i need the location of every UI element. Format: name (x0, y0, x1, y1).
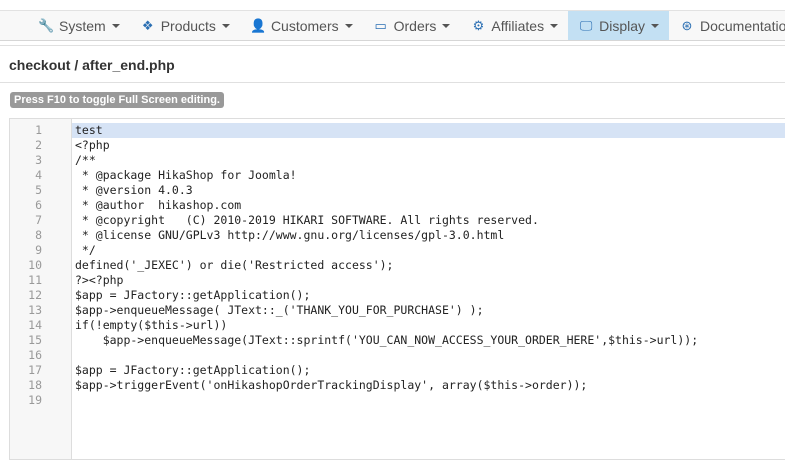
code-line[interactable]: /** (75, 153, 785, 168)
menu-label: Documentation (700, 17, 785, 34)
top-menu: 🔧 System ❖ Products 👤 Customers ▭ Orders ⚙ Affili… (0, 10, 785, 41)
menu-label: Products (160, 17, 216, 34)
menu-system[interactable]: 🔧 System (28, 11, 130, 40)
code-line[interactable]: defined('_JEXEC') or die('Restricted acc… (75, 258, 785, 273)
line-number: 17 (28, 363, 42, 377)
wrench-icon: 🔧 (38, 17, 55, 33)
line-number: 13 (28, 303, 42, 317)
menu-customers[interactable]: 👤 Customers (240, 11, 363, 40)
caret-down-icon (111, 23, 120, 28)
line-number: 3 (35, 153, 42, 167)
caret-down-icon (442, 23, 451, 28)
line-number: 16 (28, 348, 42, 362)
code-line[interactable]: $app = JFactory::getApplication(); (75, 288, 785, 303)
line-number: 18 (28, 378, 42, 392)
code-line[interactable]: ?><?php (75, 273, 785, 288)
line-number: 15 (28, 333, 42, 347)
line-number: 4 (35, 168, 42, 182)
code-line[interactable]: * @copyright (C) 2010-2019 HIKARI SOFTWA… (75, 213, 785, 228)
line-number: 14 (28, 318, 42, 332)
line-number: 6 (35, 198, 42, 212)
menu-orders[interactable]: ▭ Orders (363, 11, 461, 40)
line-number: 12 (28, 288, 42, 302)
line-number: 11 (28, 273, 42, 287)
user-icon: 👤 (249, 17, 267, 33)
caret-down-icon (221, 23, 230, 28)
line-number: 1 (35, 123, 42, 137)
menu-label: Orders (393, 17, 437, 34)
page-title: checkout / after_end.php (9, 57, 175, 73)
code-line[interactable]: */ (75, 243, 785, 258)
fullscreen-hint-badge: Press F10 to toggle Full Screen editing. (10, 92, 224, 108)
code-line[interactable]: * @package HikaShop for Joomla! (75, 168, 785, 183)
menu-documentation[interactable]: ⊛ Documentation (669, 11, 785, 40)
caret-down-icon (344, 23, 353, 28)
caret-down-icon (651, 23, 659, 28)
credit-card-icon: ▭ (374, 17, 387, 33)
code-line[interactable]: <?php (75, 138, 785, 153)
menu-label: System (59, 17, 106, 34)
menu-products[interactable]: ❖ Products (130, 11, 240, 40)
line-number: 10 (28, 258, 42, 272)
menu-label: Affiliates (491, 17, 545, 34)
menu-label: Customers (270, 17, 339, 34)
line-number: 7 (35, 213, 42, 227)
line-number: 8 (35, 228, 42, 242)
caret-down-icon (550, 23, 559, 28)
code-line[interactable]: $app = JFactory::getApplication(); (75, 363, 785, 378)
code-line[interactable]: if(!empty($this->url)) (75, 318, 785, 333)
life-ring-icon: ⊛ (681, 17, 693, 33)
monitor-icon: 🖵 (579, 17, 593, 33)
users-gear-icon: ⚙ (472, 17, 485, 33)
code-line[interactable]: * @license GNU/GPLv3 http://www.gnu.org/… (75, 228, 785, 243)
code-line[interactable]: * @author hikashop.com (75, 198, 785, 213)
code-editor[interactable]: 1 test 2 <?php 3 /** 4 * @package HikaShop for… (9, 118, 785, 460)
code-line[interactable]: $app->enqueueMessage(JText::sprintf('YOU… (75, 333, 785, 348)
menu-label: Display (599, 17, 645, 34)
line-number: 5 (35, 183, 42, 197)
code-line[interactable]: test (72, 123, 785, 138)
code-line[interactable]: $app->triggerEvent('onHikashopOrderTrack… (75, 378, 785, 393)
divider (0, 45, 785, 46)
code-line[interactable]: $app->enqueueMessage( JText::_('THANK_YO… (75, 303, 785, 318)
menu-display[interactable]: 🖵 Display (568, 11, 669, 40)
line-number: 2 (35, 138, 42, 152)
cubes-icon: ❖ (141, 17, 154, 33)
line-number: 9 (35, 243, 42, 257)
menu-affiliates[interactable]: ⚙ Affiliates (460, 11, 568, 40)
line-number: 19 (28, 393, 42, 407)
code-line[interactable]: * @version 4.0.3 (75, 183, 785, 198)
divider (0, 82, 785, 83)
